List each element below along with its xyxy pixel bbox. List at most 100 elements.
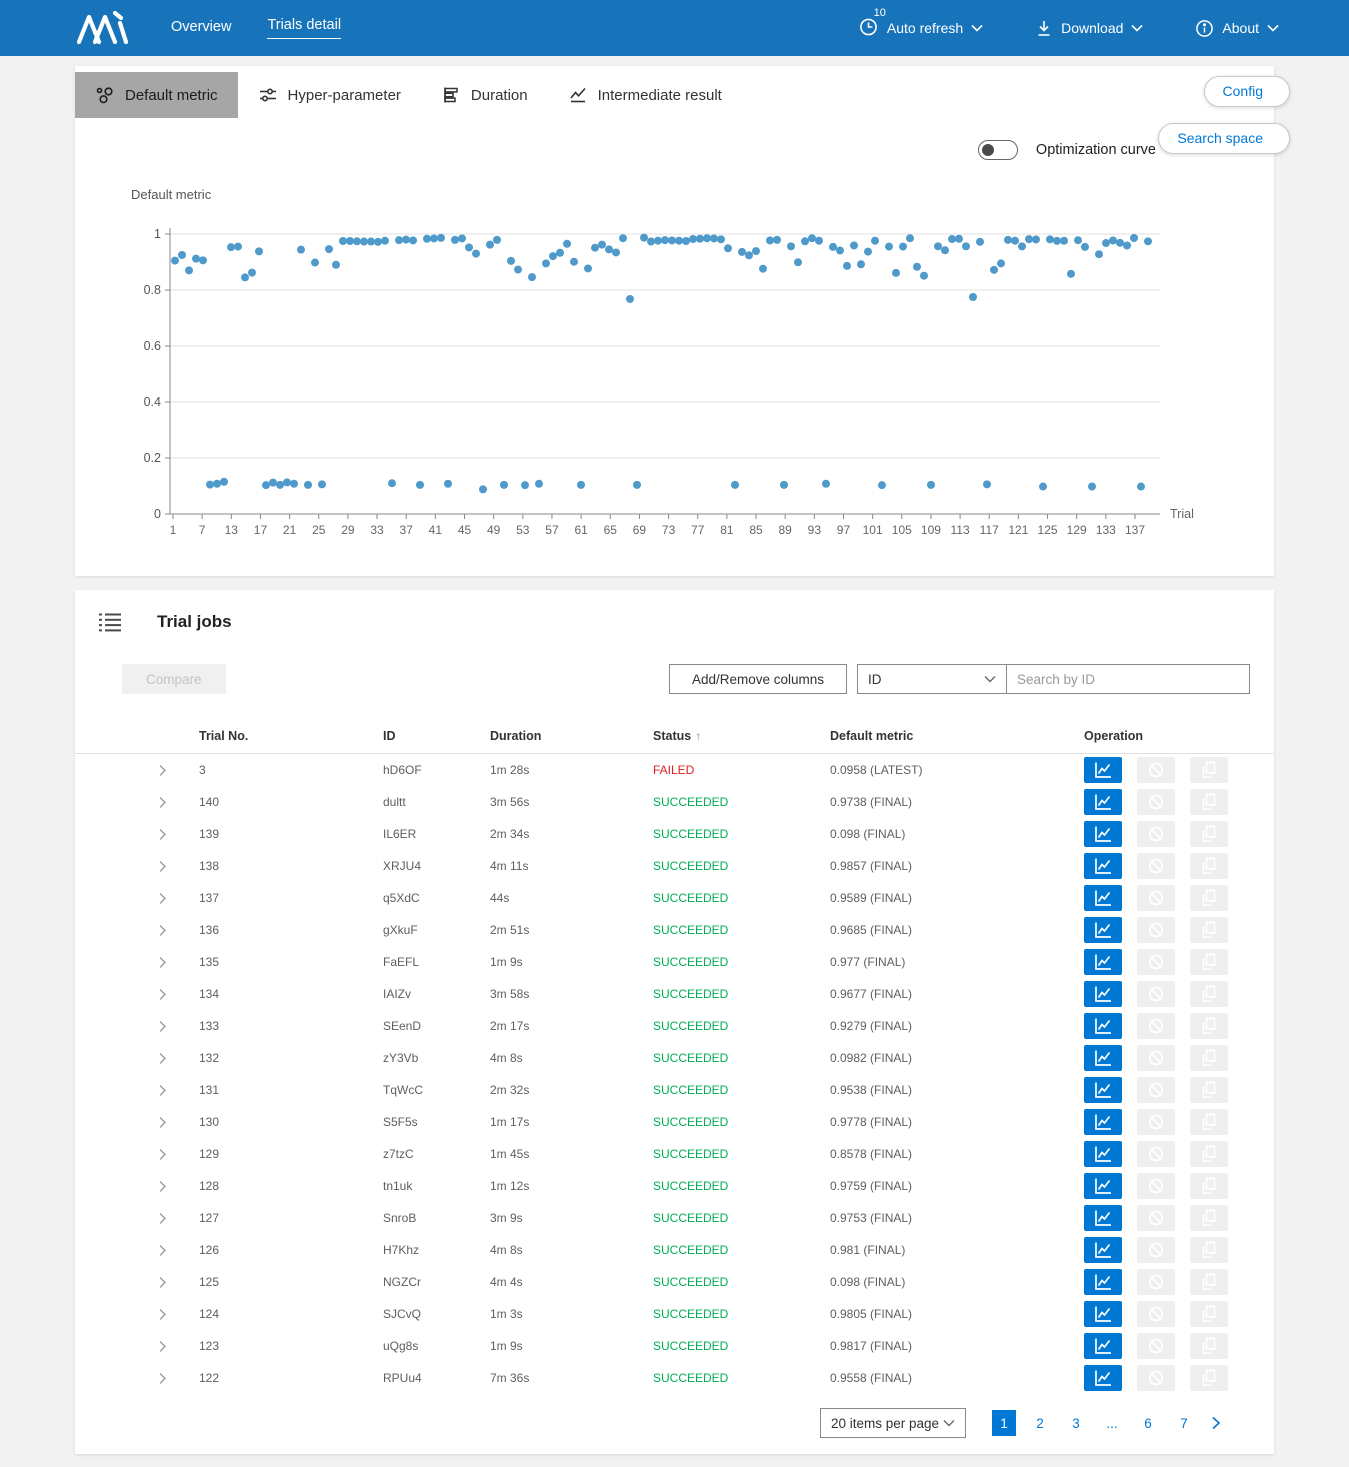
scatter-point[interactable] — [241, 273, 249, 281]
scatter-point[interactable] — [773, 236, 781, 244]
scatter-point[interactable] — [1102, 239, 1110, 247]
scatter-point[interactable] — [906, 234, 914, 242]
tab-intermediate-result[interactable]: Intermediate result — [548, 72, 742, 118]
copy-trial-button[interactable] — [1190, 821, 1228, 847]
scatter-point[interactable] — [290, 480, 298, 488]
kill-trial-button[interactable] — [1137, 1173, 1175, 1199]
copy-trial-button[interactable] — [1190, 917, 1228, 943]
copy-trial-button[interactable] — [1190, 1013, 1228, 1039]
scatter-point[interactable] — [255, 247, 263, 255]
scatter-point[interactable] — [1032, 235, 1040, 243]
show-intermediate-button[interactable] — [1084, 853, 1122, 879]
scatter-point[interactable] — [745, 251, 753, 259]
scatter-point[interactable] — [1053, 237, 1061, 245]
show-intermediate-button[interactable] — [1084, 1141, 1122, 1167]
search-field-select[interactable]: ID — [857, 664, 1007, 694]
scatter-point[interactable] — [696, 235, 704, 243]
show-intermediate-button[interactable] — [1084, 1013, 1122, 1039]
scatter-point[interactable] — [318, 480, 326, 488]
scatter-point[interactable] — [752, 247, 760, 255]
search-space-button[interactable]: Search space — [1158, 123, 1290, 154]
scatter-point[interactable] — [962, 242, 970, 250]
expand-row-button[interactable] — [100, 828, 199, 841]
show-intermediate-button[interactable] — [1084, 789, 1122, 815]
expand-row-button[interactable] — [100, 860, 199, 873]
show-intermediate-button[interactable] — [1084, 917, 1122, 943]
add-remove-columns-button[interactable]: Add/Remove columns — [669, 664, 847, 694]
show-intermediate-button[interactable] — [1084, 981, 1122, 1007]
scatter-point[interactable] — [1081, 243, 1089, 251]
scatter-point[interactable] — [633, 481, 641, 489]
scatter-point[interactable] — [934, 242, 942, 250]
scatter-point[interactable] — [346, 237, 354, 245]
kill-trial-button[interactable] — [1137, 1301, 1175, 1327]
scatter-point[interactable] — [759, 265, 767, 273]
scatter-point[interactable] — [899, 243, 907, 251]
scatter-point[interactable] — [451, 236, 459, 244]
copy-trial-button[interactable] — [1190, 1173, 1228, 1199]
scatter-point[interactable] — [941, 246, 949, 254]
scatter-point[interactable] — [500, 481, 508, 489]
scatter-point[interactable] — [556, 249, 564, 257]
scatter-point[interactable] — [857, 260, 865, 268]
scatter-point[interactable] — [570, 258, 578, 266]
scatter-point[interactable] — [1060, 237, 1068, 245]
scatter-point[interactable] — [325, 245, 333, 253]
kill-trial-button[interactable] — [1137, 885, 1175, 911]
scatter-point[interactable] — [612, 248, 620, 256]
scatter-point[interactable] — [178, 251, 186, 259]
scatter-point[interactable] — [927, 481, 935, 489]
scatter-point[interactable] — [829, 243, 837, 251]
scatter-point[interactable] — [1088, 483, 1096, 491]
scatter-point[interactable] — [1025, 235, 1033, 243]
scatter-point[interactable] — [1067, 270, 1075, 278]
scatter-point[interactable] — [360, 238, 368, 246]
scatter-point[interactable] — [430, 234, 438, 242]
scatter-point[interactable] — [1039, 483, 1047, 491]
scatter-point[interactable] — [619, 234, 627, 242]
column-header-id[interactable]: ID — [383, 729, 490, 743]
scatter-point[interactable] — [689, 235, 697, 243]
scatter-point[interactable] — [766, 236, 774, 244]
scatter-point[interactable] — [514, 266, 522, 274]
search-input[interactable] — [1007, 664, 1250, 694]
scatter-point[interactable] — [185, 266, 193, 274]
scatter-point[interactable] — [472, 250, 480, 258]
scatter-point[interactable] — [598, 241, 606, 249]
kill-trial-button[interactable] — [1137, 1333, 1175, 1359]
scatter-point[interactable] — [969, 293, 977, 301]
copy-trial-button[interactable] — [1190, 885, 1228, 911]
expand-row-button[interactable] — [100, 1244, 199, 1257]
scatter-point[interactable] — [661, 236, 669, 244]
kill-trial-button[interactable] — [1137, 949, 1175, 975]
scatter-point[interactable] — [367, 238, 375, 246]
scatter-point[interactable] — [801, 237, 809, 245]
scatter-point[interactable] — [787, 242, 795, 250]
scatter-point[interactable] — [591, 244, 599, 252]
scatter-point[interactable] — [1011, 237, 1019, 245]
nav-trials-detail[interactable]: Trials detail — [267, 17, 341, 39]
scatter-point[interactable] — [1018, 242, 1026, 250]
scatter-point[interactable] — [640, 234, 648, 242]
scatter-point[interactable] — [1046, 235, 1054, 243]
scatter-point[interactable] — [871, 237, 879, 245]
expand-row-button[interactable] — [100, 796, 199, 809]
scatter-point[interactable] — [605, 245, 613, 253]
copy-trial-button[interactable] — [1190, 853, 1228, 879]
page-number-6[interactable]: 6 — [1136, 1410, 1160, 1436]
scatter-point[interactable] — [738, 248, 746, 256]
scatter-point[interactable] — [493, 236, 501, 244]
scatter-point[interactable] — [808, 234, 816, 242]
scatter-point[interactable] — [262, 481, 270, 489]
show-intermediate-button[interactable] — [1084, 1301, 1122, 1327]
show-intermediate-button[interactable] — [1084, 1333, 1122, 1359]
copy-trial-button[interactable] — [1190, 1301, 1228, 1327]
about-menu[interactable]: About — [1195, 19, 1279, 38]
scatter-point[interactable] — [311, 259, 319, 267]
scatter-point[interactable] — [682, 237, 690, 245]
page-size-select[interactable]: 20 items per page — [820, 1408, 966, 1438]
scatter-point[interactable] — [171, 257, 179, 265]
scatter-point[interactable] — [703, 234, 711, 242]
scatter-point[interactable] — [843, 262, 851, 270]
scatter-point[interactable] — [402, 236, 410, 244]
